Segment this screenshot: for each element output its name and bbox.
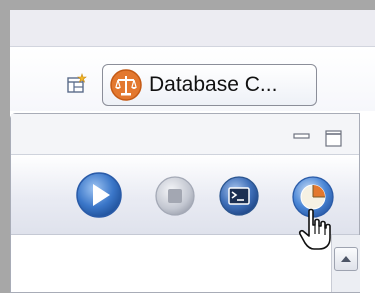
perspective-bar: Database C... — [10, 47, 375, 111]
vertical-scrollbar[interactable] — [331, 235, 360, 292]
stop-icon — [155, 176, 195, 216]
stop-button[interactable] — [154, 175, 196, 217]
play-icon — [76, 172, 122, 218]
maximize-icon — [325, 130, 342, 147]
scales-icon — [109, 68, 143, 102]
console-button[interactable] — [218, 175, 260, 217]
view-tab-strip — [11, 114, 359, 155]
perspective-label: Database C... — [149, 73, 278, 96]
view-content-area[interactable] — [11, 235, 331, 292]
minimize-button[interactable] — [293, 130, 311, 148]
run-button[interactable] — [75, 171, 123, 219]
open-perspective-button[interactable] — [66, 73, 88, 95]
view-pane — [10, 113, 360, 293]
scroll-up-button[interactable] — [334, 247, 358, 271]
maximize-button[interactable] — [325, 130, 343, 148]
console-icon — [219, 176, 259, 216]
hand-pointer-cursor — [298, 208, 331, 250]
perspective-database-debug[interactable]: Database C... — [102, 64, 317, 106]
open-perspective-icon — [67, 73, 87, 93]
title-strip — [10, 10, 375, 47]
minimize-icon — [293, 133, 310, 139]
scroll-up-icon — [341, 256, 351, 262]
